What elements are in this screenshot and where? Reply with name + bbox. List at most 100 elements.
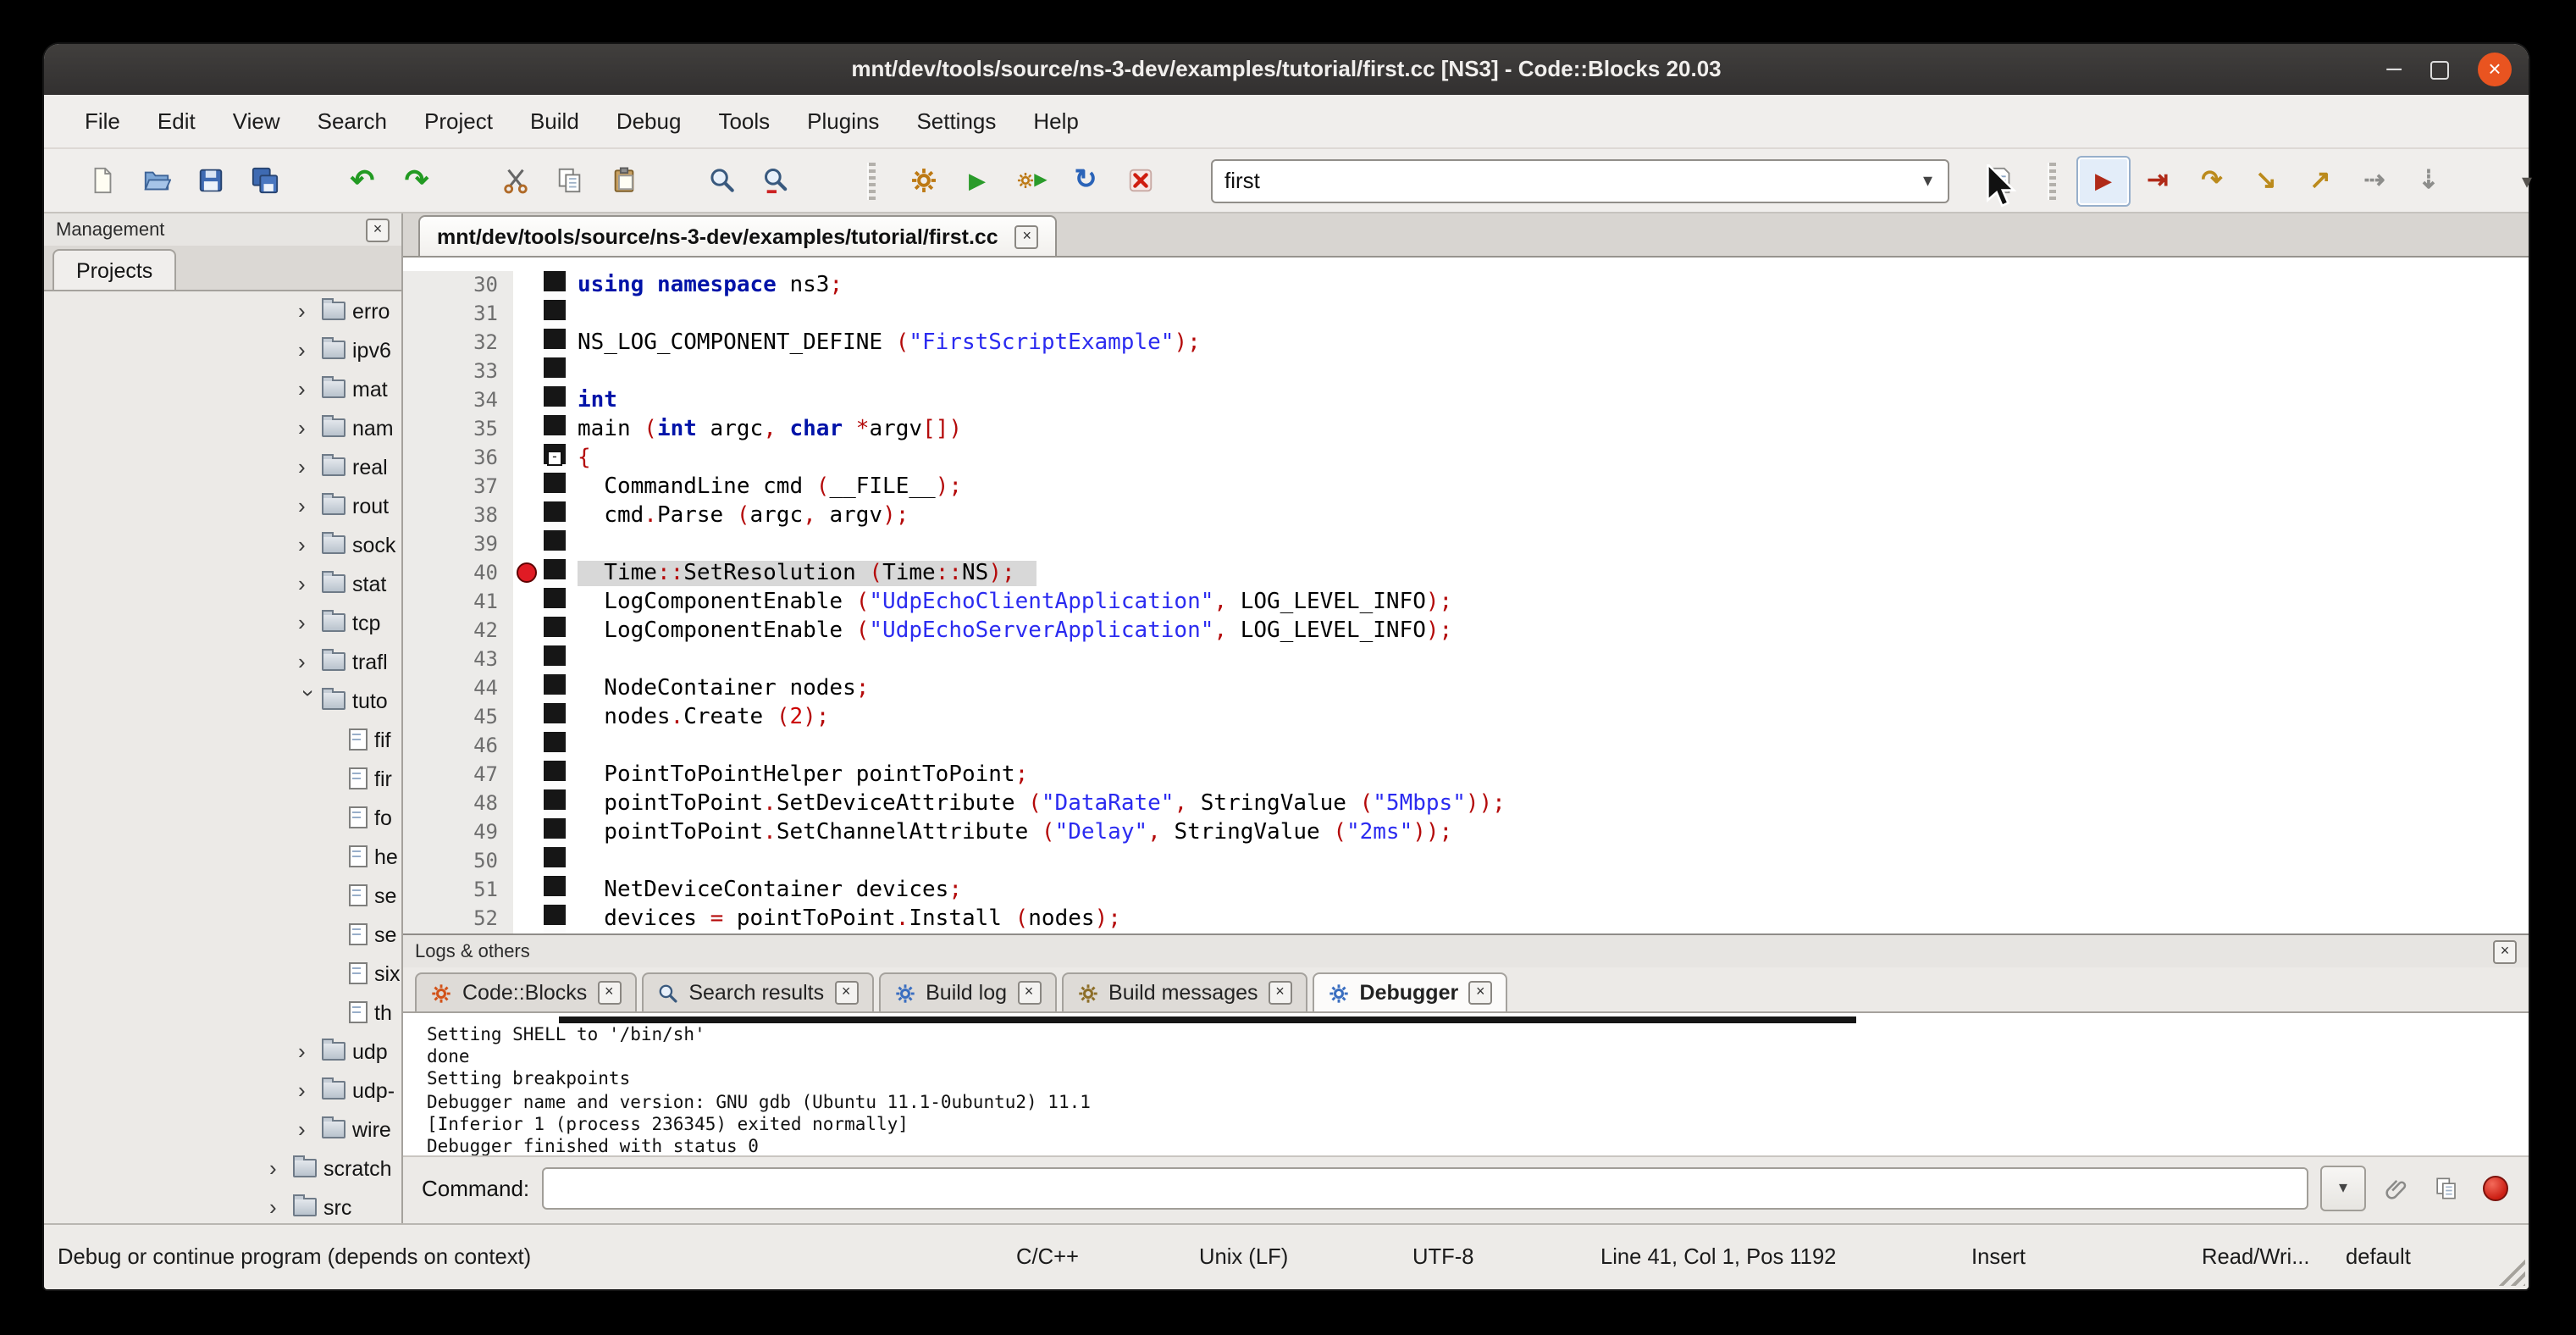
run-to-cursor-icon[interactable]: ⇥ [2131, 155, 2185, 206]
tree-item-fir[interactable]: fir [44, 759, 401, 798]
stop-debugger-button[interactable] [2476, 1169, 2513, 1206]
run-icon[interactable]: ▶ [950, 155, 1004, 206]
chevron-down-icon[interactable]: ▾ [1920, 169, 1936, 191]
open-file-icon[interactable] [129, 155, 183, 206]
fold-margin[interactable] [544, 357, 566, 386]
chevron-right-icon[interactable]: › [298, 298, 320, 324]
editor-tab[interactable]: mnt/dev/tools/source/ns-3-dev/examples/t… [418, 215, 1058, 256]
fold-margin[interactable] [544, 617, 566, 645]
maximize-button[interactable] [2430, 60, 2449, 79]
menu-file[interactable]: File [68, 103, 137, 139]
fold-margin[interactable]: - [544, 444, 566, 473]
breakpoint-margin[interactable] [513, 271, 544, 300]
tab-close-icon[interactable]: × [1468, 981, 1492, 1005]
fold-margin[interactable] [544, 905, 566, 933]
chevron-right-icon[interactable]: › [298, 532, 320, 557]
code-line-40[interactable]: 40 Time::SetResolution (Time::NS); [403, 559, 2529, 588]
breakpoint-icon[interactable] [517, 562, 537, 583]
menu-edit[interactable]: Edit [141, 103, 213, 139]
chevron-right-icon[interactable]: › [298, 610, 320, 635]
chevron-right-icon[interactable]: › [298, 376, 320, 402]
breakpoint-margin[interactable] [513, 703, 544, 732]
breakpoint-margin[interactable] [513, 501, 544, 530]
chevron-right-icon[interactable]: › [298, 493, 320, 518]
step-out-icon[interactable]: ↗ [2293, 155, 2347, 206]
code-line-30[interactable]: 30using namespace ns3; [403, 271, 2529, 300]
tree-item-wire[interactable]: ›wire [44, 1110, 401, 1149]
fold-margin[interactable] [544, 473, 566, 501]
fold-margin[interactable] [544, 329, 566, 357]
code-line-34[interactable]: 34int [403, 386, 2529, 415]
breakpoint-margin[interactable] [513, 732, 544, 761]
breakpoint-margin[interactable] [513, 588, 544, 617]
fold-margin[interactable] [544, 588, 566, 617]
fold-margin[interactable] [544, 271, 566, 300]
code-line-33[interactable]: 33 [403, 357, 2529, 386]
chevron-right-icon[interactable]: › [298, 415, 320, 440]
tree-item-rout[interactable]: ›rout [44, 486, 401, 525]
step-into-instruction-icon[interactable]: ⇣ [2402, 155, 2456, 206]
tree-item-mat[interactable]: ›mat [44, 369, 401, 408]
code-line-50[interactable]: 50 [403, 847, 2529, 876]
tree-item-tcp[interactable]: ›tcp [44, 603, 401, 642]
code-line-31[interactable]: 31 [403, 300, 2529, 329]
tab-close-icon[interactable]: × [597, 981, 621, 1005]
tree-item-scratch[interactable]: ›scratch [44, 1149, 401, 1188]
fold-margin[interactable] [544, 415, 566, 444]
attach-icon[interactable] [2378, 1169, 2415, 1206]
tree-item-se[interactable]: se [44, 876, 401, 915]
close-icon[interactable]: × [2493, 939, 2517, 963]
tree-item-erro[interactable]: ›erro [44, 291, 401, 330]
paste-icon[interactable] [596, 155, 650, 206]
tab-close-icon[interactable]: × [1269, 981, 1292, 1005]
step-into-icon[interactable]: ↘ [2239, 155, 2293, 206]
tree-item-fo[interactable]: fo [44, 798, 401, 837]
tree-item-real[interactable]: ›real [44, 447, 401, 486]
toolbar-grip[interactable] [867, 162, 876, 199]
tree-item-udp-[interactable]: ›udp- [44, 1071, 401, 1110]
toolbar-grip[interactable] [2048, 162, 2056, 199]
code-line-48[interactable]: 48 pointToPoint.SetDeviceAttribute ("Dat… [403, 789, 2529, 818]
tree-item-tuto[interactable]: ›tuto [44, 681, 401, 720]
copy-icon[interactable] [2427, 1169, 2464, 1206]
code-line-51[interactable]: 51 NetDeviceContainer devices; [403, 876, 2529, 905]
fold-margin[interactable] [544, 818, 566, 847]
chevron-right-icon[interactable]: › [269, 1194, 291, 1220]
close-icon[interactable]: × [366, 218, 390, 241]
next-line-icon[interactable]: ↷ [2185, 155, 2239, 206]
logs-tab-build-log[interactable]: Build log× [878, 972, 1056, 1011]
chevron-right-icon[interactable]: › [269, 1155, 291, 1181]
build-icon[interactable] [896, 155, 950, 206]
menu-view[interactable]: View [216, 103, 297, 139]
command-input[interactable] [541, 1166, 2308, 1209]
debug-continue-icon[interactable]: ▶ [2076, 155, 2131, 206]
new-file-icon[interactable] [75, 155, 129, 206]
code-line-35[interactable]: 35main (int argc, char *argv[]) [403, 415, 2529, 444]
logs-tab-debugger[interactable]: Debugger× [1313, 972, 1508, 1011]
menu-help[interactable]: Help [1016, 103, 1096, 139]
tree-item-trafl[interactable]: ›trafl [44, 642, 401, 681]
tree-item-stat[interactable]: ›stat [44, 564, 401, 603]
tree-item-ipv6[interactable]: ›ipv6 [44, 330, 401, 369]
copy-icon[interactable] [542, 155, 596, 206]
rebuild-icon[interactable]: ↻ [1059, 155, 1113, 206]
toolbar-overflow-icon[interactable]: ▾ [2500, 155, 2554, 206]
code-line-47[interactable]: 47 PointToPointHelper pointToPoint; [403, 761, 2529, 789]
breakpoint-margin[interactable] [513, 386, 544, 415]
find-in-files-icon[interactable] [749, 155, 803, 206]
code-line-37[interactable]: 37 CommandLine cmd (__FILE__); [403, 473, 2529, 501]
menu-build[interactable]: Build [513, 103, 596, 139]
code-line-41[interactable]: 41 LogComponentEnable ("UdpEchoClientApp… [403, 588, 2529, 617]
code-line-45[interactable]: 45 nodes.Create (2); [403, 703, 2529, 732]
fold-margin[interactable] [544, 732, 566, 761]
breakpoint-margin[interactable] [513, 559, 544, 588]
logs-tab-search-results[interactable]: Search results× [641, 972, 873, 1011]
code-line-46[interactable]: 46 [403, 732, 2529, 761]
menu-settings[interactable]: Settings [899, 103, 1013, 139]
breakpoint-margin[interactable] [513, 617, 544, 645]
menu-tools[interactable]: Tools [701, 103, 787, 139]
title-bar[interactable]: mnt/dev/tools/source/ns-3-dev/examples/t… [44, 44, 2529, 95]
tree-item-nam[interactable]: ›nam [44, 408, 401, 447]
tree-item-se[interactable]: se [44, 915, 401, 954]
search-combobox[interactable]: first▾ [1211, 158, 1949, 202]
